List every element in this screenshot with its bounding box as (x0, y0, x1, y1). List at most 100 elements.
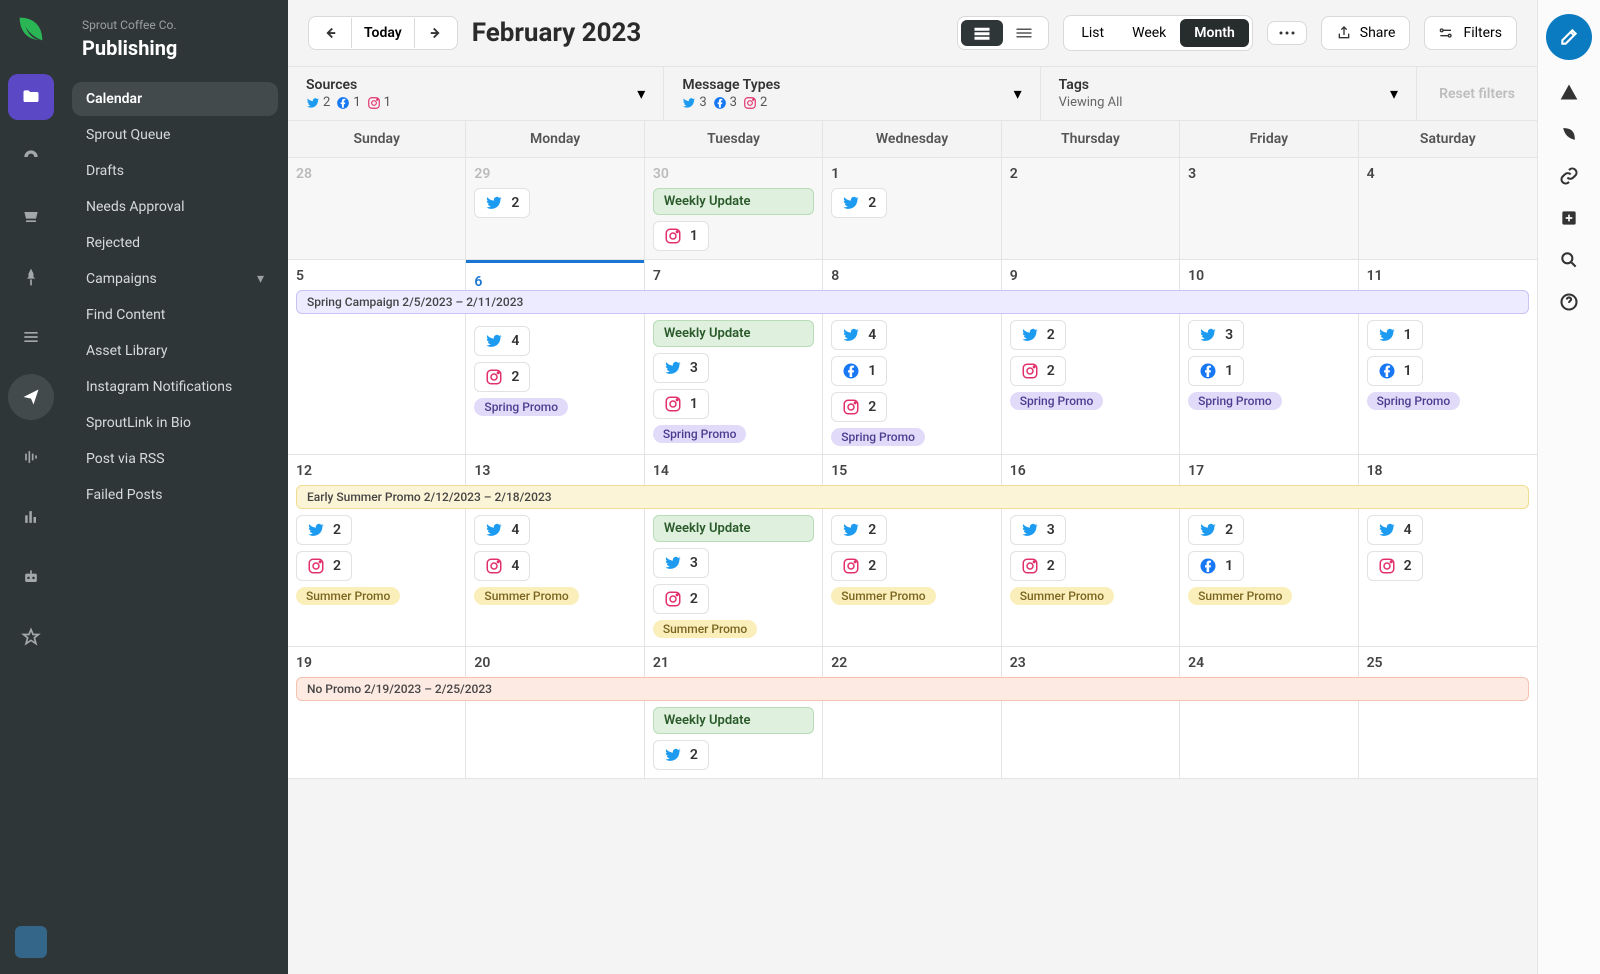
leaf-icon[interactable] (1559, 124, 1579, 144)
list-view-button[interactable]: List (1067, 19, 1118, 47)
day-cell[interactable]: 4 (1359, 158, 1537, 259)
post-chip-tw[interactable]: 4 (1367, 515, 1423, 545)
nav-folder-icon[interactable] (8, 74, 54, 120)
campaign-bar[interactable]: No Promo 2/19/2023 – 2/25/2023 (296, 677, 1529, 701)
nav-listening-icon[interactable] (8, 434, 54, 480)
day-cell[interactable]: 292 (466, 158, 644, 259)
promo-tag[interactable]: Summer Promo (831, 587, 935, 605)
filter-tags[interactable]: Tags Viewing All ▾ (1041, 67, 1417, 120)
day-cell[interactable]: 21Weekly Update2 (645, 647, 823, 778)
promo-tag[interactable]: Spring Promo (1367, 392, 1461, 410)
post-chip-tw[interactable]: 3 (653, 353, 709, 383)
post-chip-ig[interactable]: 2 (831, 392, 887, 422)
month-view-button[interactable]: Month (1180, 19, 1249, 47)
sidebar-item-sprout-queue[interactable]: Sprout Queue (72, 118, 278, 152)
day-cell[interactable]: 1721Summer Promo (1180, 455, 1358, 646)
sidebar-item-drafts[interactable]: Drafts (72, 154, 278, 188)
promo-tag[interactable]: Summer Promo (1188, 587, 1292, 605)
day-cell[interactable]: 1344Summer Promo (466, 455, 644, 646)
user-avatar[interactable] (15, 926, 47, 958)
post-chip-tw[interactable]: 4 (474, 515, 530, 545)
day-cell[interactable]: 12 (823, 158, 1001, 259)
more-button[interactable] (1267, 21, 1307, 45)
day-cell[interactable]: 1522Summer Promo (823, 455, 1001, 646)
post-chip-tw[interactable]: 2 (831, 188, 887, 218)
day-cell[interactable]: 2 (1002, 158, 1180, 259)
alert-icon[interactable] (1559, 82, 1579, 102)
sidebar-item-needs-approval[interactable]: Needs Approval (72, 190, 278, 224)
nav-bot-icon[interactable] (8, 554, 54, 600)
post-chip-ig[interactable]: 2 (653, 584, 709, 614)
prev-button[interactable] (309, 17, 351, 49)
day-cell[interactable]: 30Weekly Update1 (645, 158, 823, 259)
promo-tag[interactable]: Spring Promo (1188, 392, 1282, 410)
sidebar-item-calendar[interactable]: Calendar (72, 82, 278, 116)
post-chip-tw[interactable]: 2 (1188, 515, 1244, 545)
post-chip-ig[interactable]: 2 (831, 551, 887, 581)
today-button[interactable]: Today (351, 18, 415, 48)
promo-tag[interactable]: Spring Promo (474, 398, 568, 416)
day-cell[interactable]: 28 (288, 158, 466, 259)
post-chip-ig[interactable]: 2 (1010, 551, 1066, 581)
post-chip-tw[interactable]: 3 (1188, 320, 1244, 350)
post-chip-ig[interactable]: 2 (1010, 356, 1066, 386)
post-chip-fb[interactable]: 1 (831, 356, 887, 386)
day-cell[interactable]: 25 (1359, 647, 1537, 778)
share-button[interactable]: Share (1321, 16, 1411, 50)
post-chip-tw[interactable]: 3 (1010, 515, 1066, 545)
link-icon[interactable] (1559, 166, 1579, 186)
promo-tag[interactable]: Spring Promo (831, 428, 925, 446)
promo-tag[interactable]: Summer Promo (296, 587, 400, 605)
sidebar-item-instagram-notifications[interactable]: Instagram Notifications (72, 370, 278, 404)
plus-icon[interactable] (1559, 208, 1579, 228)
post-chip-tw[interactable]: 3 (653, 548, 709, 578)
day-cell[interactable]: 19 (288, 647, 466, 778)
weekly-update-chip[interactable]: Weekly Update (653, 515, 814, 542)
sidebar-item-asset-library[interactable]: Asset Library (72, 334, 278, 368)
help-icon[interactable] (1559, 292, 1579, 312)
post-chip-fb[interactable]: 1 (1188, 356, 1244, 386)
reset-filters-button[interactable]: Reset filters (1417, 67, 1537, 120)
promo-tag[interactable]: Spring Promo (1010, 392, 1104, 410)
day-cell[interactable]: 23 (1002, 647, 1180, 778)
post-chip-tw[interactable]: 4 (831, 320, 887, 350)
filter-sources[interactable]: Sources 2 1 1 ▾ (288, 67, 664, 120)
post-chip-ig[interactable]: 1 (653, 389, 709, 419)
layout-compact-button[interactable] (1003, 20, 1045, 46)
campaign-bar[interactable]: Spring Campaign 2/5/2023 – 2/11/2023 (296, 290, 1529, 314)
compose-button[interactable] (1546, 14, 1592, 60)
search-icon[interactable] (1559, 250, 1579, 270)
promo-tag[interactable]: Summer Promo (653, 620, 757, 638)
post-chip-ig[interactable]: 2 (1367, 551, 1423, 581)
nav-inbox-icon[interactable] (8, 194, 54, 240)
post-chip-fb[interactable]: 1 (1188, 551, 1244, 581)
filters-button[interactable]: Filters (1424, 16, 1517, 50)
post-chip-fb[interactable]: 1 (1367, 356, 1423, 386)
post-chip-tw[interactable]: 2 (474, 188, 530, 218)
post-chip-tw[interactable]: 1 (1367, 320, 1423, 350)
nav-publishing-icon[interactable] (8, 374, 54, 420)
weekly-update-chip[interactable]: Weekly Update (653, 707, 814, 734)
day-cell[interactable]: 1842 (1359, 455, 1537, 646)
nav-pin-icon[interactable] (8, 254, 54, 300)
post-chip-ig[interactable]: 2 (296, 551, 352, 581)
day-cell[interactable]: 22 (823, 647, 1001, 778)
sidebar-item-sproutlink-in-bio[interactable]: SproutLink in Bio (72, 406, 278, 440)
post-chip-tw[interactable]: 2 (653, 740, 709, 770)
nav-dashboard-icon[interactable] (8, 134, 54, 180)
day-cell[interactable]: 1222Summer Promo (288, 455, 466, 646)
weekly-update-chip[interactable]: Weekly Update (653, 320, 814, 347)
post-chip-ig[interactable]: 2 (474, 362, 530, 392)
sidebar-item-post-via-rss[interactable]: Post via RSS (72, 442, 278, 476)
post-chip-ig[interactable]: 4 (474, 551, 530, 581)
week-view-button[interactable]: Week (1118, 19, 1180, 47)
nav-reports-icon[interactable] (8, 494, 54, 540)
day-cell[interactable]: 24 (1180, 647, 1358, 778)
post-chip-tw[interactable]: 4 (474, 326, 530, 356)
day-cell[interactable]: 3 (1180, 158, 1358, 259)
nav-star-icon[interactable] (8, 614, 54, 660)
next-button[interactable] (415, 17, 457, 49)
sidebar-item-find-content[interactable]: Find Content (72, 298, 278, 332)
campaign-bar[interactable]: Early Summer Promo 2/12/2023 – 2/18/2023 (296, 485, 1529, 509)
day-cell[interactable]: 20 (466, 647, 644, 778)
